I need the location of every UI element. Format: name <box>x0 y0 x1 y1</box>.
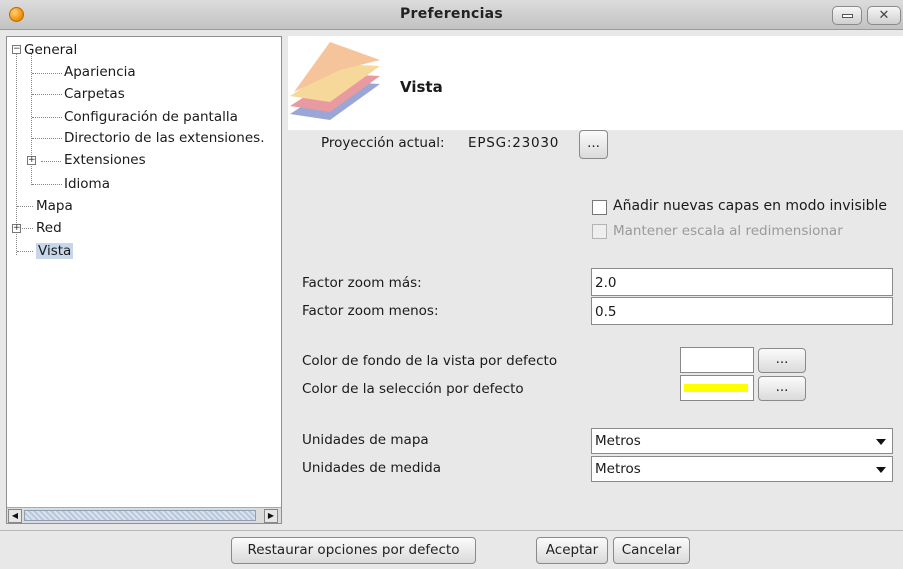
tree-item-label: Carpetas <box>64 86 125 102</box>
measure-units-dropdown[interactable]: Metros <box>591 456 893 482</box>
vista-layers-icon <box>290 42 380 120</box>
keep-scale-label: Mantener escala al redimensionar <box>613 223 843 239</box>
scroll-left-icon[interactable]: ◀ <box>8 509 22 523</box>
close-button[interactable]: ✕ <box>867 6 901 25</box>
tree-item-label: Apariencia <box>64 64 136 80</box>
expand-extensiones-icon[interactable]: + <box>27 156 36 165</box>
tree-horizontal-scrollbar[interactable]: ◀ ▶ <box>7 507 281 523</box>
collapse-general-icon[interactable]: − <box>12 45 21 54</box>
chevron-down-icon <box>876 439 886 445</box>
projection-label: Proyección actual: <box>321 135 445 151</box>
tree-item-label: Directorio de las extensiones. <box>64 130 265 146</box>
tree-item-general[interactable]: General <box>24 40 77 60</box>
bg-color-picker-button[interactable]: ... <box>758 348 806 373</box>
tree-item-label: Configuración de pantalla <box>64 109 238 125</box>
tree-guide <box>32 138 62 139</box>
vista-settings-panel: Vista Proyección actual: EPSG:23030 ... … <box>288 30 903 530</box>
selection-color-fill <box>684 384 748 392</box>
tree-guide <box>32 117 62 118</box>
bg-color-fill <box>684 356 748 364</box>
title-bar: Preferencias ✕ <box>0 0 903 30</box>
tree-item-apariencia[interactable]: Apariencia <box>64 62 136 82</box>
close-icon: ✕ <box>878 8 890 23</box>
tree-guide <box>17 251 33 252</box>
panel-header: Vista <box>288 36 903 130</box>
tree-item-extensiones[interactable]: Extensiones <box>64 150 146 170</box>
tree-guide <box>32 184 62 185</box>
scrollbar-thumb[interactable] <box>24 510 256 521</box>
projection-value: EPSG:23030 <box>468 135 560 151</box>
tree-item-label: Extensiones <box>64 152 146 168</box>
minimize-icon <box>842 14 853 18</box>
tree-guide <box>17 206 33 207</box>
selection-color-picker-button[interactable]: ... <box>758 376 806 401</box>
tree-item-mapa[interactable]: Mapa <box>36 196 73 216</box>
keep-scale-checkbox[interactable] <box>592 224 607 239</box>
tree-item-label: Red <box>36 220 62 236</box>
chevron-down-icon <box>876 467 886 473</box>
change-projection-button[interactable]: ... <box>579 130 608 159</box>
measure-units-label: Unidades de medida <box>302 460 442 476</box>
restore-defaults-button[interactable]: Restaurar opciones por defecto <box>231 537 476 564</box>
tree-item-configuracion-pantalla[interactable]: Configuración de pantalla <box>64 107 238 127</box>
tree-guide <box>32 73 62 74</box>
tree-item-idioma[interactable]: Idioma <box>64 174 110 194</box>
cancel-button[interactable]: Cancelar <box>613 537 690 564</box>
minimize-button[interactable] <box>832 6 862 25</box>
tree-item-red[interactable]: Red <box>36 218 62 238</box>
selection-color-swatch[interactable] <box>680 375 754 401</box>
dialog-footer: Restaurar opciones por defecto Aceptar C… <box>0 530 903 569</box>
add-layers-invisible-checkbox[interactable] <box>592 200 607 215</box>
tree-item-carpetas[interactable]: Carpetas <box>64 84 125 104</box>
map-units-value: Metros <box>595 433 641 449</box>
measure-units-value: Metros <box>595 461 641 477</box>
accept-button[interactable]: Aceptar <box>536 537 608 564</box>
tree-item-vista[interactable]: Vista <box>36 241 74 261</box>
zoom-in-factor-field[interactable]: 2.0 <box>591 268 893 296</box>
selection-color-label: Color de la selección por defecto <box>302 381 524 397</box>
map-units-label: Unidades de mapa <box>302 432 429 448</box>
tree-item-label: Idioma <box>64 176 110 192</box>
scroll-right-icon[interactable]: ▶ <box>264 509 278 523</box>
map-units-dropdown[interactable]: Metros <box>591 428 893 454</box>
add-layers-invisible-label: Añadir nuevas capas en modo invisible <box>613 198 888 214</box>
tree-item-label: Vista <box>36 243 74 259</box>
window-title: Preferencias <box>399 6 504 22</box>
panel-title: Vista <box>400 78 443 96</box>
bg-color-swatch[interactable] <box>680 347 754 373</box>
zoom-out-factor-label: Factor zoom menos: <box>302 303 439 319</box>
bg-color-label: Color de fondo de la vista por defecto <box>302 353 558 369</box>
zoom-out-factor-field[interactable]: 0.5 <box>591 297 893 325</box>
expand-red-icon[interactable]: + <box>12 224 21 233</box>
tree-item-directorio-extensiones[interactable]: Directorio de las extensiones. <box>64 128 265 148</box>
tree-item-label: General <box>24 42 78 58</box>
zoom-in-factor-label: Factor zoom más: <box>302 275 422 291</box>
tree-guide <box>32 94 62 95</box>
tree-guide <box>41 161 61 162</box>
tree-item-label: Mapa <box>36 198 73 214</box>
preferences-tree: − General Apariencia Carpetas Configurac… <box>6 36 282 524</box>
